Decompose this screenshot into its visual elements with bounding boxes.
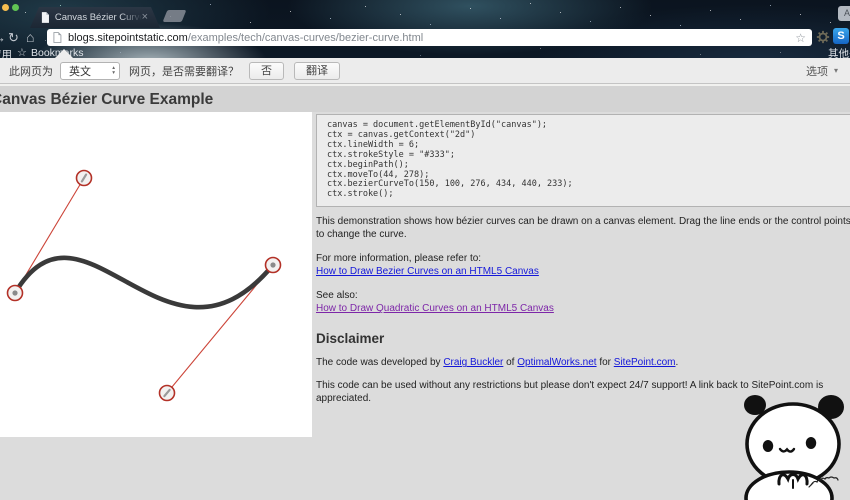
profile-button[interactable]: A bbox=[838, 6, 850, 21]
address-bar[interactable]: blogs.sitepointstatic.com/examples/tech/… bbox=[47, 29, 812, 46]
starfield-decor-dim bbox=[0, 0, 1, 1]
description-paragraph: This demonstration shows how bézier curv… bbox=[316, 216, 850, 241]
quadratic-curves-link[interactable]: How to Draw Quadratic Curves on an HTML5… bbox=[316, 303, 554, 314]
extension-s-icon[interactable]: S bbox=[833, 28, 849, 44]
curve-handles[interactable] bbox=[6, 169, 282, 402]
page-favicon-icon bbox=[41, 12, 49, 23]
url-path: /examples/tech/canvas-curves/bezier-curv… bbox=[187, 31, 424, 44]
translate-question-label: 网页，是否需要翻译？ bbox=[129, 65, 239, 78]
optimalworks-link[interactable]: OptimalWorks.net bbox=[517, 357, 596, 368]
window-zoom-button[interactable] bbox=[12, 4, 19, 11]
gear-icon[interactable] bbox=[816, 30, 830, 44]
infobar-pointer-arrow bbox=[55, 49, 73, 58]
bezier-curve-path bbox=[12, 255, 276, 310]
url-host: blogs.sitepointstatic.com bbox=[68, 31, 188, 44]
bookmark-star-icon[interactable]: ☆ bbox=[795, 31, 806, 45]
credit-paragraph: The code was developed by Craig Buckler … bbox=[316, 357, 679, 369]
translate-options-menu[interactable]: 选项 ▾ bbox=[806, 63, 838, 79]
see-also-label: See also: bbox=[316, 290, 358, 302]
window-minimize-button[interactable] bbox=[2, 4, 9, 11]
sitepoint-link[interactable]: SitePoint.com bbox=[614, 357, 676, 368]
select-arrows-icon: ▴ ▾ bbox=[112, 65, 115, 76]
end-point-dot bbox=[270, 262, 276, 268]
bookmarks-bar: 应用 ☆ Bookmarks 其他书签 bbox=[0, 46, 850, 61]
bezier-curve-drawing bbox=[6, 169, 282, 402]
start-point-dot bbox=[12, 290, 18, 296]
new-tab-button[interactable] bbox=[162, 10, 187, 22]
reload-icon[interactable]: ↻ bbox=[8, 30, 19, 46]
url-text: blogs.sitepointstatic.com/examples/tech/… bbox=[68, 32, 789, 44]
panda-right-eye bbox=[805, 437, 817, 449]
language-select[interactable]: 英文 ▴ ▾ bbox=[60, 61, 120, 80]
page-header-band: Canvas Bézier Curve Example bbox=[0, 86, 850, 112]
more-info-label: For more information, please refer to: bbox=[316, 253, 482, 265]
code-block: canvas = document.getElementById("canvas… bbox=[316, 114, 850, 208]
translate-prefix-label: 此网页为 bbox=[9, 65, 53, 78]
panda-left-eye bbox=[762, 440, 774, 452]
craig-buckler-link[interactable]: Craig Buckler bbox=[443, 357, 503, 368]
translate-button[interactable]: 翻译 bbox=[294, 61, 340, 80]
panda-sticker bbox=[744, 395, 844, 500]
bezier-curves-link[interactable]: How to Draw Bezier Curves on an HTML5 Ca… bbox=[316, 266, 539, 277]
bezier-canvas[interactable] bbox=[0, 112, 312, 437]
home-icon[interactable]: ⌂ bbox=[26, 29, 34, 45]
options-label: 选项 bbox=[805, 65, 828, 78]
web-page: Canvas Bézier Curve Example canvas = doc… bbox=[0, 84, 850, 500]
page-title: Canvas Bézier Curve Example bbox=[0, 91, 214, 108]
tab-title: Canvas Bézier Curve Exam bbox=[54, 12, 142, 23]
translate-infobar: 此网页为 英文 ▴ ▾ 网页，是否需要翻译？ 否 翻译 选项 ▾ bbox=[0, 58, 850, 84]
chevron-down-icon: ▾ bbox=[833, 66, 838, 75]
browser-tab[interactable]: Canvas Bézier Curve Exam × bbox=[30, 7, 160, 28]
page-icon bbox=[53, 32, 62, 43]
tab-close-icon[interactable]: × bbox=[142, 12, 148, 23]
disclaimer-heading: Disclaimer bbox=[316, 331, 385, 347]
no-translate-button[interactable]: 否 bbox=[249, 61, 284, 80]
language-value: 英文 bbox=[69, 65, 91, 78]
article-content: canvas = document.getElementById("canvas… bbox=[316, 112, 850, 405]
forward-icon[interactable]: → bbox=[0, 30, 6, 45]
